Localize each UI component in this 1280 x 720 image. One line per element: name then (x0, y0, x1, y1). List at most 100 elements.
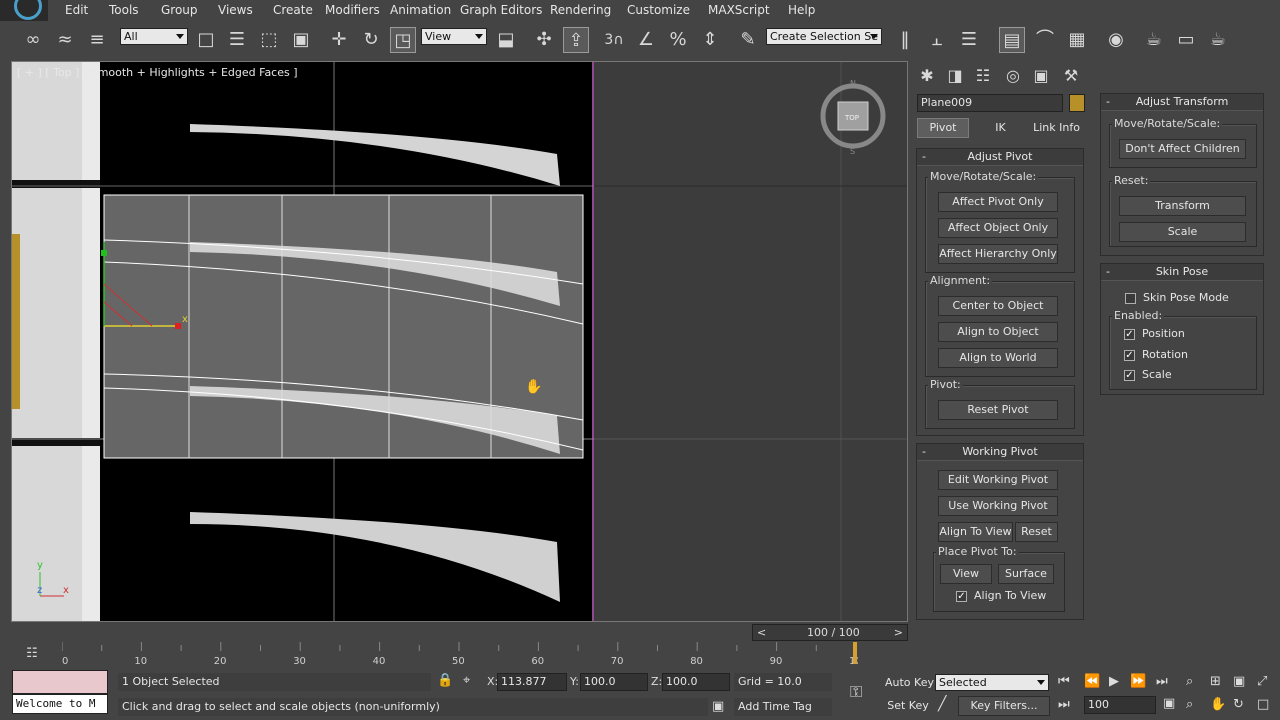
menu-group[interactable]: Group (161, 3, 198, 17)
time-slider[interactable]: < 100 / 100 > (752, 624, 908, 641)
track-bar[interactable]: 0102030405060708090100 (61, 642, 868, 670)
maxscript-listener-pink[interactable] (12, 670, 108, 694)
rotation-checkbox[interactable]: ✓ (1124, 350, 1135, 361)
render-production-icon[interactable]: ☕ (1205, 27, 1231, 53)
skin-pose-title[interactable]: - Skin Pose (1101, 264, 1263, 281)
menu-tools[interactable]: Tools (109, 3, 139, 17)
zoom-extents-all-icon[interactable]: ⤢ (1257, 674, 1267, 689)
curve-editor-icon[interactable]: ⌒ (1032, 27, 1058, 53)
menu-maxscript[interactable]: MAXScript (708, 3, 770, 17)
place-pivot-surface-button[interactable]: Surface (998, 564, 1054, 584)
rendered-frame-window-icon[interactable]: ▭ (1173, 27, 1199, 53)
manipulate-icon[interactable]: ✣ (531, 27, 557, 53)
hierarchy-tab-icon[interactable]: ☷ (970, 63, 996, 89)
time-configuration-icon[interactable]: ▣ (1163, 696, 1175, 711)
create-tab-icon[interactable]: ✱ (914, 63, 940, 89)
zoom-all-icon[interactable]: ⊞ (1210, 674, 1221, 689)
key-mode-dropdown[interactable]: Selected (935, 674, 1049, 691)
rect-selection-icon[interactable]: ⬚ (256, 27, 282, 53)
reset-working-pivot-button[interactable]: Reset (1015, 522, 1058, 542)
reset-scale-button[interactable]: Scale (1119, 222, 1246, 242)
scene-explorer-icon[interactable]: ▤ (999, 27, 1025, 53)
keyboard-shortcut-override-icon[interactable]: ⇪ (563, 27, 589, 53)
working-pivot-title[interactable]: - Working Pivot (917, 444, 1083, 461)
edit-named-selection-icon[interactable]: ✎ (735, 27, 761, 53)
align-to-view-checkbox[interactable]: ✓ (956, 591, 967, 602)
viewport-top[interactable]: x y x z TOP N S ✋ [ + ] [ Top ] [ Smooth… (11, 61, 908, 622)
align-to-object-button[interactable]: Align to Object (938, 322, 1058, 342)
maxscript-listener[interactable]: Welcome to M (12, 694, 108, 714)
bind-space-warp-icon[interactable]: ≡ (84, 27, 110, 53)
angle-snap-icon[interactable]: ∠ (633, 27, 659, 53)
next-frame-icon[interactable]: ⏩ (1130, 674, 1146, 689)
modify-tab-icon[interactable]: ◨ (942, 63, 968, 89)
viewport-label[interactable]: [ + ] [ Top ] [ Smooth + Highlights + Ed… (17, 66, 298, 79)
menu-graph-editors[interactable]: Graph Editors (460, 3, 542, 17)
move-icon[interactable]: ✛ (326, 27, 352, 53)
y-coordinate-field[interactable]: 100.0 (580, 673, 648, 691)
object-color-swatch[interactable] (1069, 94, 1085, 112)
time-slider-prev-icon[interactable]: < (757, 626, 766, 639)
reset-transform-button[interactable]: Transform (1119, 196, 1246, 216)
render-setup-icon[interactable]: ☕ (1141, 27, 1167, 53)
affect-pivot-only-button[interactable]: Affect Pivot Only (938, 192, 1058, 212)
window-crossing-icon[interactable]: ▣ (288, 27, 314, 53)
tab-pivot[interactable]: Pivot (917, 118, 969, 138)
gizmo-y-handle[interactable] (101, 250, 107, 256)
set-key-button[interactable]: Set Key (884, 696, 932, 716)
unlink-icon[interactable]: ≈ (52, 27, 78, 53)
add-time-tag[interactable]: Add Time Tag (734, 698, 832, 716)
pan-view-icon[interactable]: ✋ (1210, 697, 1226, 712)
select-object-icon[interactable]: □ (193, 27, 219, 53)
adjust-transform-title[interactable]: - Adjust Transform (1101, 94, 1263, 111)
motion-tab-icon[interactable]: ◎ (1000, 63, 1026, 89)
named-selection-set-dropdown[interactable]: Create Selection Se (766, 28, 882, 45)
open-mini-curve-editor-icon[interactable]: ☷ (22, 646, 42, 664)
menu-help[interactable]: Help (788, 3, 815, 17)
menu-modifiers[interactable]: Modifiers (325, 3, 380, 17)
tab-link-info[interactable]: Link Info (1030, 118, 1083, 138)
dont-affect-children-button[interactable]: Don't Affect Children (1119, 139, 1246, 159)
center-to-object-button[interactable]: Center to Object (938, 296, 1058, 316)
x-coordinate-field[interactable]: 113.877 (497, 673, 567, 691)
align-icon[interactable]: ⫠ (924, 27, 950, 53)
scale-icon[interactable]: ◳ (390, 27, 416, 53)
selection-filter-dropdown[interactable]: All (120, 28, 188, 45)
current-frame-marker[interactable] (853, 642, 857, 664)
go-to-end-icon[interactable]: ⏭ (1156, 674, 1168, 689)
current-frame-field[interactable]: 100 (1084, 696, 1156, 714)
snaps-toggle-icon[interactable]: 3∩ (601, 27, 627, 53)
spinner-snap-icon[interactable]: ⇕ (697, 27, 723, 53)
app-logo-icon[interactable] (0, 0, 48, 21)
layer-manager-icon[interactable]: ☰ (956, 27, 982, 53)
tab-ik[interactable]: IK (975, 118, 1026, 138)
zoom-icon[interactable]: ⌕ (1186, 674, 1193, 689)
absolute-mode-icon[interactable]: ⌖ (463, 673, 470, 688)
key-filters-button[interactable]: Key Filters... (958, 696, 1050, 716)
auto-key-button[interactable]: Auto Key (884, 673, 934, 693)
scale-checkbox[interactable]: ✓ (1124, 370, 1135, 381)
pivot-center-icon[interactable]: ⬓ (493, 27, 519, 53)
use-working-pivot-button[interactable]: Use Working Pivot (938, 496, 1058, 516)
menu-customize[interactable]: Customize (627, 3, 690, 17)
utilities-tab-icon[interactable]: ⚒ (1058, 63, 1084, 89)
schematic-view-icon[interactable]: ▦ (1064, 27, 1090, 53)
affect-object-only-button[interactable]: Affect Object Only (938, 218, 1058, 238)
display-tab-icon[interactable]: ▣ (1028, 63, 1054, 89)
previous-frame-icon[interactable]: ⏪ (1084, 674, 1100, 689)
menu-views[interactable]: Views (218, 3, 253, 17)
skin-pose-mode-checkbox[interactable] (1125, 293, 1136, 304)
material-editor-icon[interactable]: ◉ (1103, 27, 1129, 53)
orbit-icon[interactable]: ↻ (1233, 697, 1244, 712)
affect-hierarchy-only-button[interactable]: Affect Hierarchy Only (938, 244, 1058, 264)
rotate-icon[interactable]: ↻ (358, 27, 384, 53)
time-slider-next-icon[interactable]: > (894, 626, 903, 639)
reference-coord-dropdown[interactable]: View (421, 28, 487, 45)
align-to-view-button[interactable]: Align To View (938, 522, 1013, 542)
percent-snap-icon[interactable]: % (665, 27, 691, 53)
z-coordinate-field[interactable]: 100.0 (662, 673, 730, 691)
position-checkbox[interactable]: ✓ (1124, 329, 1135, 340)
play-icon[interactable]: ▶ (1109, 674, 1119, 689)
zoom-extents-icon[interactable]: ▣ (1233, 674, 1245, 689)
zoom-region-icon[interactable]: ⌕ (1186, 697, 1193, 712)
